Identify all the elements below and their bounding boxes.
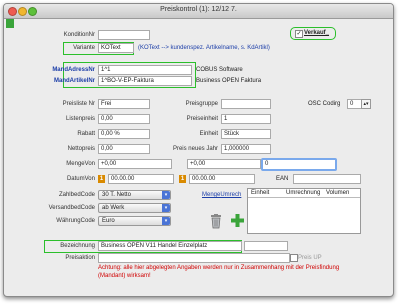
preisaktion-field[interactable] [98, 253, 290, 263]
waehrung-label: WährungCode [56, 218, 95, 224]
chevron-down-icon: ▾ [162, 191, 170, 199]
mandartikel-field[interactable]: 1^BO-V-EP-Faktura [98, 76, 192, 86]
datumvon-label: DatumVon [66, 176, 95, 182]
zahlbed-value: 30 T. Netto [102, 192, 131, 198]
datumbis-badge[interactable]: 1 [179, 175, 186, 183]
umrech-col-volumen: Volumen [326, 190, 350, 196]
preisgruppe-field[interactable] [221, 99, 271, 109]
chevron-down-icon: ▾ [162, 204, 170, 212]
ean-field[interactable] [293, 174, 361, 184]
mandadress-desc: COBUS Software [196, 67, 243, 73]
mengebis-field[interactable]: +0,00 [187, 159, 261, 169]
preisjahr-label: Preis neues Jahr [172, 146, 218, 152]
mandartikel-label: MandArtikelNr [53, 78, 95, 84]
record-marker [6, 19, 14, 28]
versandbed-select[interactable]: ab Werk ▾ [98, 203, 171, 213]
umrech-col-einheit: Einheit [251, 190, 270, 196]
verkauf-checkbox[interactable]: ✓ [295, 30, 303, 38]
preisaktion-label: Preisaktion [65, 255, 95, 261]
bezeichnung-extra-field[interactable] [244, 241, 288, 251]
einheit-field[interactable]: Stück [221, 129, 271, 139]
plus-icon[interactable] [231, 214, 244, 227]
preisgruppe-label: Preisgruppe [185, 101, 218, 107]
versandbed-value: ab Werk [102, 205, 125, 211]
window-title: Preiskontrol (1): 12/12 7. [160, 6, 237, 13]
preisjahr-field[interactable]: 1,000000 [221, 144, 271, 154]
trash-icon[interactable] [210, 214, 222, 229]
rabatt-label: Rabatt [77, 131, 95, 137]
versandbed-label: VersandbedCode [48, 205, 95, 211]
mandartikel-desc: Business OPEN Faktura [196, 78, 262, 84]
preiseinheit-label: Preiseinheit [186, 116, 218, 122]
nettopreis-field[interactable]: 0,00 [98, 144, 150, 154]
zahlbed-label: ZahlbedCode [58, 192, 95, 198]
preisliste-field[interactable]: Frei [98, 99, 150, 109]
chevron-down-icon: ▾ [162, 217, 170, 225]
title-bar: Preiskontrol (1): 12/12 7. [4, 4, 393, 19]
listenpreis-field[interactable]: 0,00 [98, 114, 150, 124]
preis-up-checkbox[interactable] [290, 254, 298, 262]
datumvon-field[interactable]: 00.00.00 [108, 174, 174, 184]
verkauf-label: Verkauf_ [304, 30, 330, 36]
kondition-field[interactable] [98, 30, 150, 40]
waehrung-value: Euro [102, 218, 115, 224]
waehrung-select[interactable]: Euro ▾ [98, 216, 171, 226]
kondition-label: KonditionNr [63, 32, 95, 38]
umrech-col-umrechnung: Umrechnung [286, 190, 321, 196]
preisliste-label: Preisliste Nr [62, 101, 95, 107]
preiseinheit-field[interactable]: 1 [221, 114, 271, 124]
umrech-table[interactable]: Einheit Umrechnung Volumen [247, 188, 361, 234]
mengeumrech-label[interactable]: MengeUmrech [202, 191, 241, 199]
bezeichnung-field[interactable]: Business OPEN V11 Handel Einzelplatz [98, 241, 242, 251]
ean-label: EAN [276, 176, 289, 182]
variante-hint: (KOText --> kundenspez. Artikelname, s. … [138, 45, 270, 51]
bezeichnung-label: Bezeichnung [60, 243, 95, 249]
umrech-header: Einheit Umrechnung Volumen [248, 189, 360, 198]
warning-text: Achtung: alle hier abgelegten Angaben we… [98, 265, 340, 279]
datumvon-badge[interactable]: 1 [98, 175, 105, 183]
mandadress-label: MandAdressNr [52, 67, 95, 73]
rabatt-field[interactable]: 0,00 % [98, 129, 150, 139]
preis-up-label: Preis UP [298, 255, 322, 261]
osc-label: OSC Codirg [308, 101, 341, 107]
listenpreis-label: Listenpreis [65, 116, 95, 122]
mengevon-field[interactable]: +0,00 [98, 159, 172, 169]
datumbis-field[interactable]: 00.00.00 [189, 174, 255, 184]
einheit-label: Einheit [199, 131, 218, 137]
mengebis-active-field[interactable]: 0 [261, 158, 337, 171]
mandadress-field[interactable]: 1^1 [98, 65, 192, 75]
mengevon-label: MengeVon [66, 161, 95, 167]
variante-label: Variante [73, 45, 95, 51]
osc-stepper[interactable]: ▴▾ [361, 99, 371, 109]
variante-field[interactable]: KOText [98, 43, 134, 53]
preiskontrol-window: Preiskontrol (1): 12/12 7. KonditionNr ✓… [3, 3, 394, 297]
zahlbed-select[interactable]: 30 T. Netto ▾ [98, 190, 171, 200]
nettopreis-label: Nettopreis [67, 146, 95, 152]
